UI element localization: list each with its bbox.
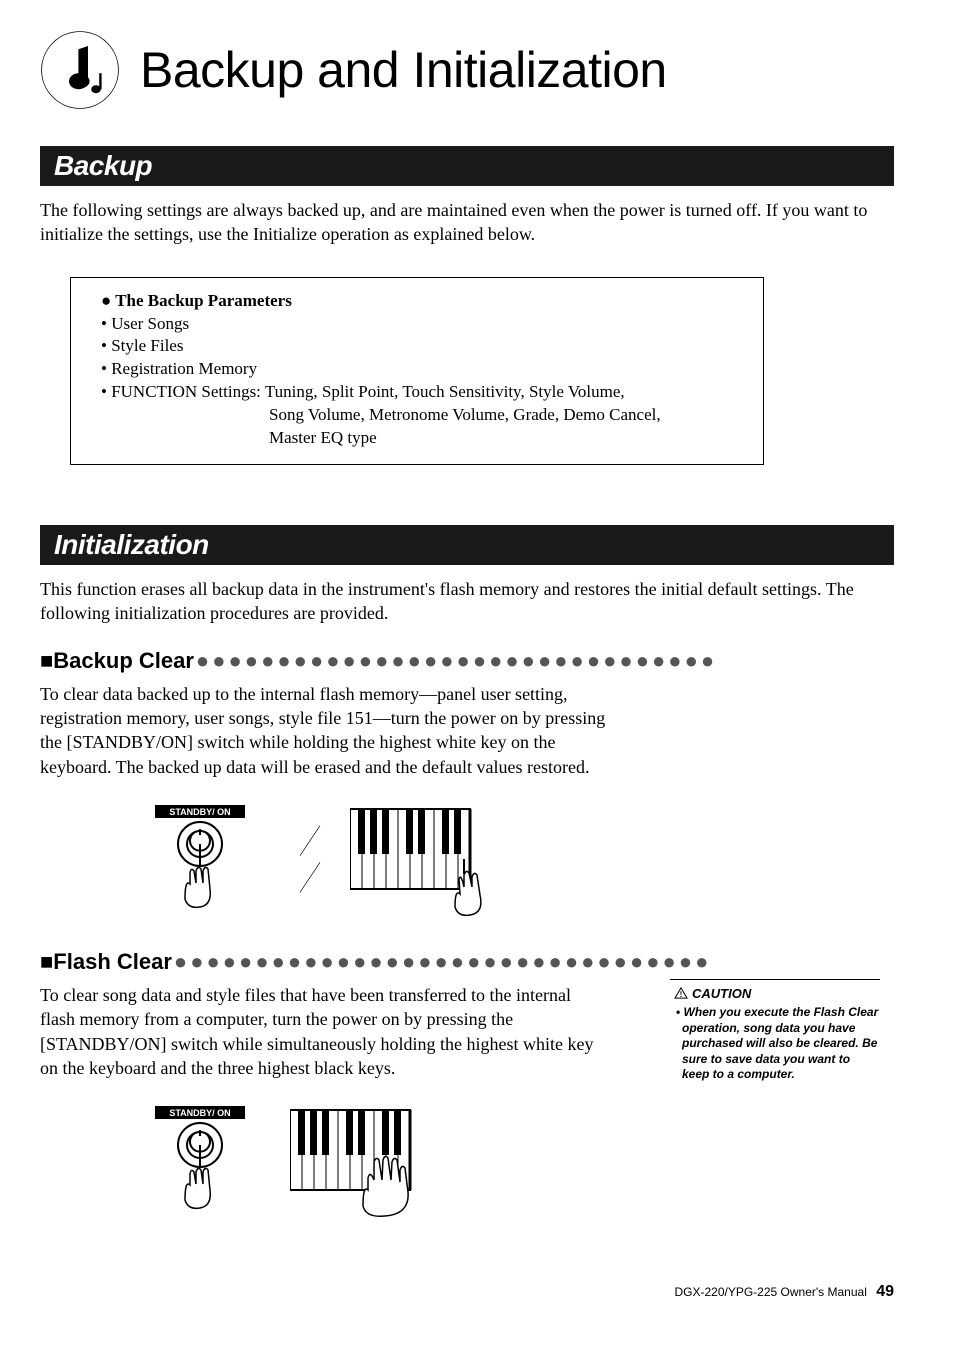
dots-leader: ●●●●●●●●●●●●●●●●●●●●●●●●●●●●●●●●● [174, 949, 712, 975]
svg-text:STANDBY/ ON: STANDBY/ ON [169, 807, 230, 817]
keyboard-right-end-diagram [350, 799, 500, 919]
caution-text: When you execute the Flash Clear operati… [674, 1005, 880, 1083]
caution-box: CAUTION When you execute the Flash Clear… [670, 979, 880, 1083]
warning-triangle-icon [674, 987, 688, 999]
initialization-heading: Initialization [40, 525, 894, 565]
footer-page-number: 49 [876, 1283, 894, 1300]
footer-manual: DGX-220/YPG-225 Owner's Manual [674, 1285, 866, 1299]
slash-divider [290, 799, 330, 919]
caution-title: CAUTION [674, 986, 880, 1001]
title-row: Backup and Initialization [40, 30, 894, 110]
standby-button-diagram: STANDBY/ ON [150, 799, 270, 919]
keyboard-black-keys-diagram [290, 1100, 440, 1220]
flash-clear-heading: Flash Clear ●●●●●●●●●●●●●●●●●●●●●●●●●●●●… [40, 949, 894, 975]
page-title: Backup and Initialization [140, 41, 667, 99]
backup-parameters-box: The Backup Parameters User Songs Style F… [70, 277, 764, 466]
flash-clear-row: To clear song data and style files that … [40, 975, 894, 1230]
backup-heading: Backup [40, 146, 894, 186]
backup-clear-diagram: STANDBY/ ON [150, 799, 894, 919]
initialization-intro: This function erases all backup data in … [40, 577, 894, 626]
standby-button-diagram: STANDBY/ ON [150, 1100, 270, 1220]
backup-box-item-line: Master EQ type [101, 427, 743, 450]
music-note-icon [40, 30, 120, 110]
backup-box-item: User Songs [101, 313, 743, 336]
dots-leader: ●●●●●●●●●●●●●●●●●●●●●●●●●●●●●●●● [196, 648, 717, 674]
backup-box-title: The Backup Parameters [101, 290, 743, 313]
backup-clear-title: Backup Clear [40, 648, 194, 674]
flash-clear-body: To clear song data and style files that … [40, 983, 610, 1080]
backup-box-item: Style Files [101, 335, 743, 358]
backup-box-item: FUNCTION Settings: Tuning, Split Point, … [101, 381, 743, 404]
flash-clear-title: Flash Clear [40, 949, 172, 975]
svg-text:STANDBY/ ON: STANDBY/ ON [169, 1108, 230, 1118]
backup-intro: The following settings are always backed… [40, 198, 894, 247]
backup-box-item: Registration Memory [101, 358, 743, 381]
backup-clear-heading: Backup Clear ●●●●●●●●●●●●●●●●●●●●●●●●●●●… [40, 648, 894, 674]
backup-box-item-line: Song Volume, Metronome Volume, Grade, De… [101, 404, 743, 427]
document-page: Backup and Initialization Backup The fol… [0, 0, 954, 1351]
backup-clear-body: To clear data backed up to the internal … [40, 682, 610, 779]
footer: DGX-220/YPG-225 Owner's Manual 49 [674, 1283, 894, 1301]
flash-clear-diagram: STANDBY/ ON [150, 1100, 640, 1220]
caution-label: CAUTION [692, 986, 751, 1001]
